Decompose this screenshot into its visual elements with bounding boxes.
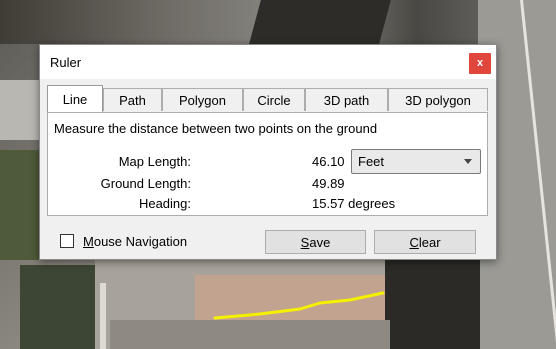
tab-3d-polygon[interactable]: 3D polygon [388,88,488,111]
dialog-footer: Mouse Navigation Save Clear [40,216,496,259]
map-length-label: Map Length: [118,154,191,169]
chevron-down-icon [464,159,472,164]
title-bar[interactable]: Ruler x [40,45,496,79]
mouse-navigation-label-rest: ouse Navigation [93,234,188,249]
window-title: Ruler [50,55,82,70]
map-length-value: 46.10 [312,154,345,169]
mouse-navigation-label[interactable]: Mouse Navigation [83,234,187,249]
ground-length-value: 49.89 [312,176,345,191]
close-button[interactable]: x [469,53,491,74]
save-button-label-rest: ave [309,235,331,250]
clear-button[interactable]: Clear [374,230,476,254]
line-panel: Measure the distance between two points … [47,112,488,216]
unit-select-value: Feet [358,154,385,169]
unit-select[interactable]: Feet [351,149,481,174]
heading-value: 15.57 degrees [312,196,396,211]
tab-3d-path[interactable]: 3D path [305,88,388,111]
ruler-dialog: Ruler x Line Path Polygon Circle 3D path… [39,44,497,260]
panel-description: Measure the distance between two points … [54,121,378,136]
tab-bar: Line Path Polygon Circle 3D path 3D poly… [47,85,488,112]
ground-length-label: Ground Length: [100,176,191,191]
mouse-navigation-label-mnemonic: M [83,234,94,249]
tab-polygon[interactable]: Polygon [162,88,243,111]
mouse-navigation-checkbox[interactable] [60,234,74,248]
close-icon: x [476,57,484,69]
tab-circle[interactable]: Circle [243,88,305,111]
tab-path[interactable]: Path [103,88,162,111]
clear-button-label-rest: lear [418,235,441,250]
heading-label: Heading: [138,196,191,211]
tab-line[interactable]: Line [47,85,103,112]
clear-button-mnemonic: C [409,235,419,250]
save-button[interactable]: Save [265,230,366,254]
